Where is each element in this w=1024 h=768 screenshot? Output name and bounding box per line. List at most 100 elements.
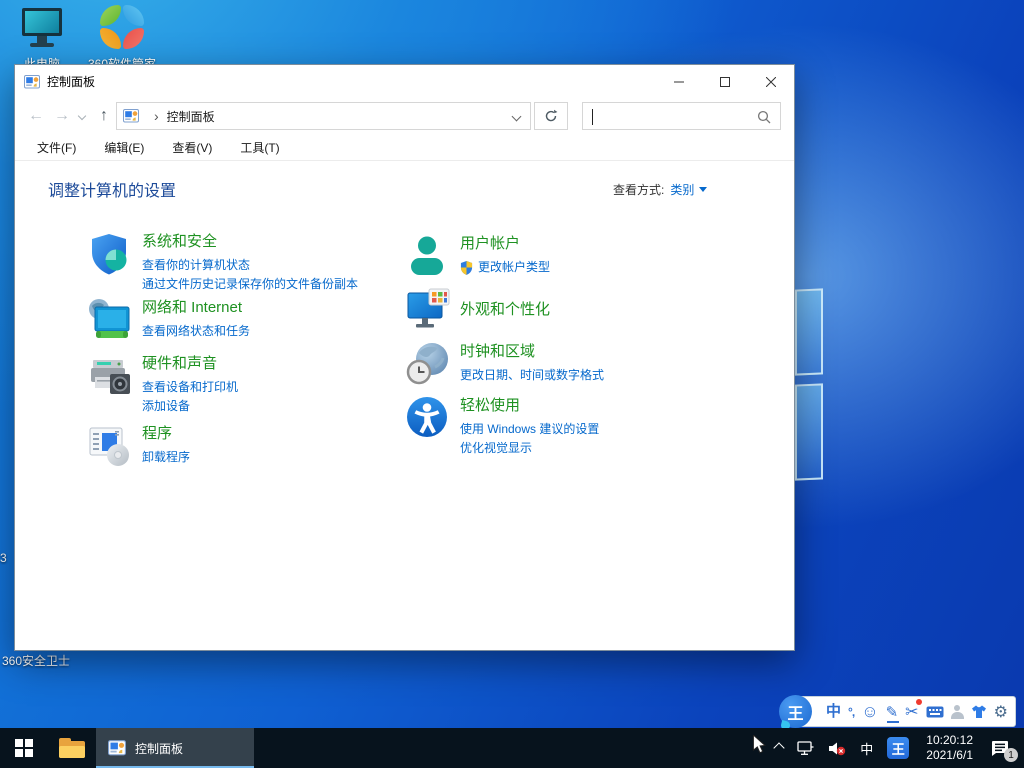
tray-ime-mode-indicator[interactable]: 中 — [853, 728, 880, 768]
ime-logo[interactable]: 王 — [779, 695, 812, 728]
user-accounts-icon[interactable] — [405, 233, 451, 279]
category-link[interactable]: 使用 Windows 建议的设置 — [460, 420, 599, 439]
ime-skin-button[interactable] — [971, 705, 987, 719]
category-network-internet: 网络和 Internet 查看网络状态和任务 — [87, 297, 250, 343]
search-box[interactable] — [582, 102, 781, 130]
ime-language-bar: 王 中 °, ☺ ✎ ✂ ⚙ — [792, 696, 1016, 727]
category-title[interactable]: 时钟和区域 — [460, 342, 604, 362]
category-ease-of-access: 轻松使用 使用 Windows 建议的设置 优化视觉显示 — [405, 395, 599, 458]
ease-of-access-icon[interactable] — [405, 395, 451, 441]
desktop-icon-360-label[interactable]: 360安全卫士 — [2, 652, 70, 669]
system-tray: 中 王 10:20:122021/6/1 1 — [768, 728, 1024, 768]
category-link[interactable]: 卸载程序 — [142, 448, 190, 467]
windows-logo-icon — [15, 739, 33, 757]
category-title[interactable]: 外观和个性化 — [460, 300, 550, 320]
ime-screenshot-button[interactable]: ✂ — [905, 702, 918, 722]
category-link[interactable]: 更改帐户类型 — [478, 258, 550, 277]
taskbar-clock[interactable]: 10:20:122021/6/1 — [916, 728, 983, 768]
menu-bar: 文件(F) 编辑(E) 查看(V) 工具(T) — [15, 134, 794, 161]
appearance-personalization-icon[interactable] — [405, 287, 451, 333]
system-security-icon[interactable] — [87, 231, 133, 277]
search-icon[interactable] — [757, 110, 771, 124]
category-title[interactable]: 系统和安全 — [142, 232, 358, 252]
category-title[interactable]: 用户帐户 — [460, 234, 550, 254]
control-panel-window: 控制面板 ← → ↑ › 控制面板 — [14, 64, 795, 651]
ime-settings-button[interactable]: ⚙ — [994, 702, 1008, 722]
ime-handwriting-button[interactable]: ✎ — [886, 703, 899, 721]
view-by-control: 查看方式: 类别 — [613, 181, 707, 198]
ime-chinese-mode-button[interactable]: 中 — [826, 704, 841, 719]
page-title: 调整计算机的设置 — [48, 177, 176, 201]
control-panel-icon — [24, 74, 40, 90]
task-control-panel-icon — [108, 739, 126, 757]
action-center-button[interactable]: 1 — [983, 728, 1024, 768]
uac-shield-icon — [460, 260, 473, 275]
tray-ime-logo-button[interactable]: 王 — [880, 728, 916, 768]
minimize-button[interactable] — [656, 65, 702, 98]
desktop-icon-this-pc[interactable]: 此电脑 — [4, 6, 80, 72]
tray-volume-muted-icon[interactable] — [821, 728, 853, 768]
minimize-icon — [674, 77, 684, 87]
menu-view[interactable]: 查看(V) — [158, 139, 226, 156]
start-button[interactable] — [0, 728, 48, 768]
menu-edit[interactable]: 编辑(E) — [90, 139, 158, 156]
category-user-accounts: 用户帐户 更改帐户类型 — [405, 233, 550, 279]
category-link[interactable]: 查看你的计算机状态 — [142, 256, 358, 275]
breadcrumb[interactable]: 控制面板 — [167, 108, 215, 125]
title-bar[interactable]: 控制面板 — [15, 65, 794, 98]
recent-pages-dropdown[interactable] — [75, 98, 89, 134]
window-title: 控制面板 — [47, 73, 95, 90]
address-control-panel-icon — [123, 108, 139, 124]
up-button[interactable]: ↑ — [93, 98, 115, 134]
refresh-button[interactable] — [534, 102, 568, 130]
category-title[interactable]: 程序 — [142, 424, 190, 444]
text-caret — [592, 109, 593, 125]
category-link[interactable]: 查看设备和打印机 — [142, 378, 238, 397]
programs-icon[interactable] — [87, 423, 133, 469]
category-title[interactable]: 硬件和声音 — [142, 354, 238, 374]
view-by-dropdown[interactable]: 类别 — [670, 181, 707, 198]
hardware-sound-icon[interactable] — [87, 353, 133, 399]
ime-punctuation-button[interactable]: °, — [848, 706, 854, 718]
maximize-icon — [720, 77, 730, 87]
taskbar-control-panel-button[interactable]: 控制面板 — [96, 728, 254, 768]
address-dropdown[interactable] — [513, 109, 520, 123]
desktop: 此电脑 360软件管家 3 360安全卫士 控制面板 ← → ↑ › — [0, 0, 1024, 768]
ime-account-button[interactable] — [951, 705, 964, 719]
wallpaper-logo-pane-bottom — [795, 383, 823, 480]
back-button[interactable]: ← — [25, 98, 47, 134]
category-link[interactable]: 优化视觉显示 — [460, 439, 599, 458]
category-title[interactable]: 轻松使用 — [460, 396, 599, 416]
file-explorer-button[interactable] — [48, 728, 96, 768]
close-icon — [766, 77, 776, 87]
maximize-button[interactable] — [702, 65, 748, 98]
menu-file[interactable]: 文件(F) — [23, 139, 90, 156]
clock-time: 10:20:12 — [926, 733, 973, 748]
tray-network-icon[interactable] — [790, 728, 821, 768]
clock-date: 2021/6/1 — [926, 748, 973, 763]
category-system-security: 系统和安全 查看你的计算机状态 通过文件历史记录保存你的文件备份副本 — [87, 231, 358, 294]
category-link[interactable]: 查看网络状态和任务 — [142, 322, 250, 341]
dropdown-arrow-icon — [699, 187, 707, 192]
category-link[interactable]: 更改日期、时间或数字格式 — [460, 366, 604, 385]
forward-button[interactable]: → — [51, 98, 73, 134]
menu-tools[interactable]: 工具(T) — [226, 139, 293, 156]
category-title[interactable]: 网络和 Internet — [142, 298, 250, 318]
desktop-icon-flower-app[interactable]: 360软件管家 — [84, 4, 160, 72]
category-link[interactable]: 添加设备 — [142, 397, 238, 416]
flower-app-icon — [99, 4, 145, 50]
ime-emoji-button[interactable]: ☺ — [861, 703, 878, 720]
category-hardware-sound: 硬件和声音 查看设备和打印机 添加设备 — [87, 353, 238, 416]
folder-icon — [59, 738, 85, 758]
tray-show-hidden-icons-button[interactable] — [768, 728, 790, 768]
address-bar[interactable]: › 控制面板 — [116, 102, 531, 130]
category-link[interactable]: 通过文件历史记录保存你的文件备份副本 — [142, 275, 358, 294]
network-internet-icon[interactable] — [87, 297, 133, 343]
close-button[interactable] — [748, 65, 794, 98]
desktop-partial-icon-label[interactable]: 3 — [0, 551, 13, 565]
refresh-icon — [544, 109, 558, 123]
category-programs: 程序 卸载程序 — [87, 423, 190, 469]
ime-soft-keyboard-button[interactable] — [926, 706, 944, 718]
view-by-label: 查看方式: — [613, 181, 664, 198]
clock-region-icon[interactable] — [405, 341, 451, 387]
